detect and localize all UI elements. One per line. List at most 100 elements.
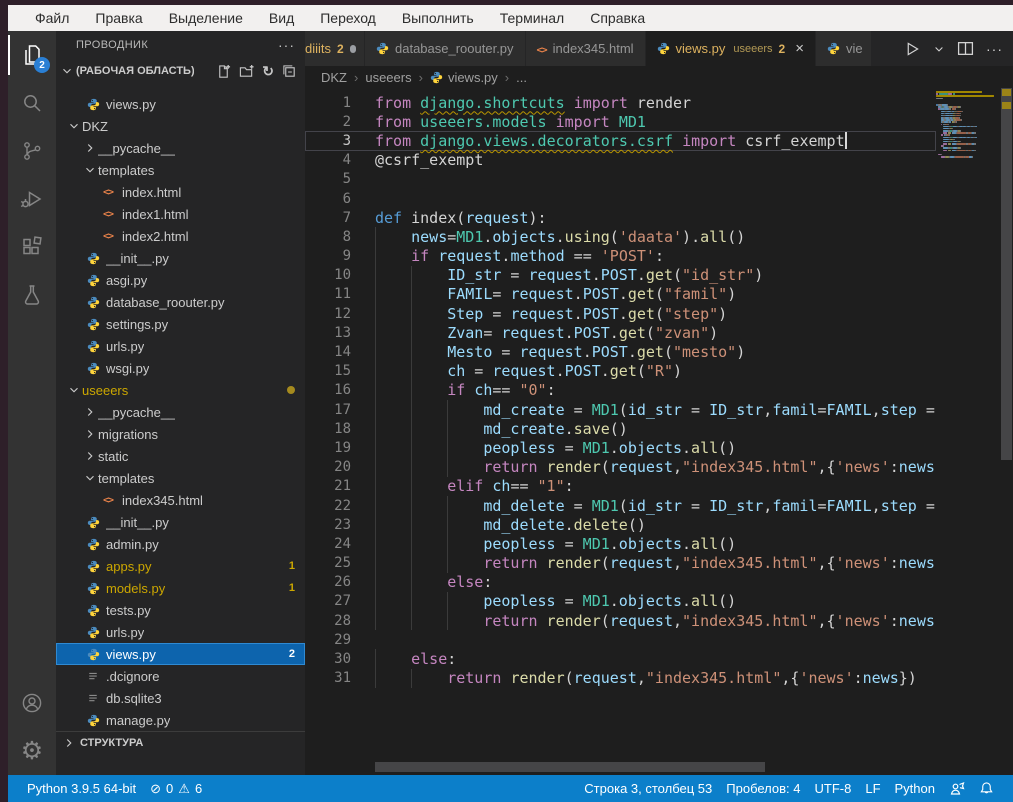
tab-label: vie xyxy=(846,41,863,56)
new-file-icon[interactable] xyxy=(216,64,231,79)
minimap-line xyxy=(941,134,943,136)
line-number: 7 xyxy=(305,210,351,226)
tree-item-admin.py[interactable]: admin.py xyxy=(56,533,305,555)
minimap-line xyxy=(975,126,977,128)
tree-item-migrations[interactable]: migrations xyxy=(56,423,305,445)
vertical-scrollbar-thumb[interactable] xyxy=(1001,88,1012,460)
collapse-all-icon[interactable] xyxy=(282,64,297,79)
more-actions-icon[interactable]: ··· xyxy=(278,37,295,53)
activity-settings[interactable]: ⚙ xyxy=(8,727,56,775)
tree-item-index2.html[interactable]: <>index2.html xyxy=(56,225,305,247)
tree-item-manage.py[interactable]: manage.py xyxy=(56,709,305,731)
refresh-icon[interactable]: ↻ xyxy=(262,64,274,78)
code-editor[interactable]: 1from django.shortcuts import render2fro… xyxy=(305,88,1013,775)
status-python-version[interactable]: Python 3.9.5 64-bit xyxy=(20,781,143,796)
breadcrumb-views.py[interactable]: views.py xyxy=(430,70,498,85)
tree-item-__pycache__[interactable]: __pycache__ xyxy=(56,137,305,159)
tree-item-templates[interactable]: templates xyxy=(56,467,305,489)
indent-guide xyxy=(411,285,447,304)
feedback-icon[interactable] xyxy=(942,781,972,797)
tree-item-index345.html[interactable]: <>index345.html xyxy=(56,489,305,511)
code-lines: 1from django.shortcuts import render2fro… xyxy=(305,93,936,688)
activity-source-control[interactable] xyxy=(8,127,56,175)
tree-item-index.html[interactable]: <>index.html xyxy=(56,181,305,203)
tab-index345.html[interactable]: <>index345.html xyxy=(526,31,646,66)
status-encoding[interactable]: UTF-8 xyxy=(808,781,859,796)
indent-guide xyxy=(375,573,411,592)
run-dropdown-icon[interactable] xyxy=(933,43,945,55)
horizontal-scrollbar-thumb[interactable] xyxy=(375,762,765,772)
tree-item-urls.py[interactable]: urls.py xyxy=(56,621,305,643)
minimap[interactable] xyxy=(936,88,997,775)
python-icon xyxy=(87,274,106,287)
tree-item-DKZ[interactable]: DKZ xyxy=(56,115,305,137)
activity-explorer[interactable]: 2 xyxy=(8,31,56,79)
run-button-icon[interactable] xyxy=(903,40,921,58)
tree-item-db.sqlite3[interactable]: db.sqlite3 xyxy=(56,687,305,709)
status-indentation[interactable]: Пробелов: 4 xyxy=(719,781,807,796)
file-label: __init__.py xyxy=(106,251,169,266)
close-icon[interactable]: × xyxy=(795,40,804,57)
outline-section-header[interactable]: СТРУКТУРА xyxy=(56,731,305,753)
breadcrumb-useeers[interactable]: useeers xyxy=(365,70,411,85)
tree-item-__init__.py[interactable]: __init__.py xyxy=(56,511,305,533)
tree-item-tests.py[interactable]: tests.py xyxy=(56,599,305,621)
tree-item-urls.py[interactable]: urls.py xyxy=(56,335,305,357)
tree-item-__pycache__[interactable]: __pycache__ xyxy=(56,401,305,423)
breadcrumb-DKZ[interactable]: DKZ xyxy=(321,70,347,85)
indent-guide xyxy=(375,534,411,553)
tree-item-__init__.py[interactable]: __init__.py xyxy=(56,247,305,269)
breadcrumb-...[interactable]: ... xyxy=(516,70,527,85)
menu-item[interactable]: Файл xyxy=(22,10,82,26)
activity-extensions[interactable] xyxy=(8,223,56,271)
activity-account[interactable] xyxy=(8,679,56,727)
status-eol[interactable]: LF xyxy=(858,781,887,796)
workspace-section-header[interactable]: (РАБОЧАЯ ОБЛАСТЬ) ... ↻ xyxy=(56,59,305,83)
menu-item[interactable]: Выделение xyxy=(156,10,256,26)
tree-item-index1.html[interactable]: <>index1.html xyxy=(56,203,305,225)
split-editor-icon[interactable] xyxy=(957,40,974,57)
python-icon xyxy=(87,538,106,551)
vertical-scrollbar[interactable] xyxy=(1000,88,1013,775)
tree-item-models.py[interactable]: models.py1 xyxy=(56,577,305,599)
activity-search[interactable] xyxy=(8,79,56,127)
menu-item[interactable]: Терминал xyxy=(487,10,577,26)
chevron-right-icon xyxy=(62,736,76,750)
menu-item[interactable]: Выполнить xyxy=(389,10,487,26)
menu-item[interactable]: Переход xyxy=(307,10,389,26)
activity-run-debug[interactable] xyxy=(8,175,56,223)
tree-item-wsgi.py[interactable]: wsgi.py xyxy=(56,357,305,379)
tree-item-views.py[interactable]: views.py2 xyxy=(56,643,305,665)
more-actions-icon[interactable]: ··· xyxy=(986,41,1003,57)
tree-item-database_roouter.py[interactable]: database_roouter.py xyxy=(56,291,305,313)
tree-item-settings.py[interactable]: settings.py xyxy=(56,313,305,335)
file-label: useeers xyxy=(82,383,128,398)
tab-vie[interactable]: vie xyxy=(816,31,872,66)
tab-diiits[interactable]: diiits2 xyxy=(305,31,365,66)
chevron-down-icon xyxy=(82,163,98,177)
tab-database_roouter.py[interactable]: database_roouter.py xyxy=(365,31,526,66)
tab-views.py[interactable]: views.pyuseeers2× xyxy=(646,31,816,66)
new-folder-icon[interactable] xyxy=(239,64,254,79)
menu-item[interactable]: Вид xyxy=(256,10,307,26)
tree-item-asgi.py[interactable]: asgi.py xyxy=(56,269,305,291)
line-number: 10 xyxy=(305,267,351,283)
tree-item-templates[interactable]: templates xyxy=(56,159,305,181)
status-line-col[interactable]: Строка 3, столбец 53 xyxy=(577,781,719,796)
tree-item-views.py[interactable]: views.py xyxy=(56,93,305,115)
status-language[interactable]: Python xyxy=(888,781,942,796)
code-line: 1from django.shortcuts import render xyxy=(305,93,936,112)
tree-item-static[interactable]: static xyxy=(56,445,305,467)
line-number: 15 xyxy=(305,363,351,379)
tree-item-useeers[interactable]: useeers xyxy=(56,379,305,401)
notifications-bell[interactable] xyxy=(972,781,1001,796)
code-line: 23md_delete.delete() xyxy=(305,515,936,534)
chevron-down-icon xyxy=(66,119,82,133)
activity-testing[interactable] xyxy=(8,271,56,319)
code-line: 22md_delete = MD1(id_str = ID_str,famil=… xyxy=(305,496,936,515)
tree-item-apps.py[interactable]: apps.py1 xyxy=(56,555,305,577)
menu-item[interactable]: Справка xyxy=(577,10,658,26)
status-problems[interactable]: ⊘0⚠6 xyxy=(143,781,209,797)
tree-item-.dcignore[interactable]: .dcignore xyxy=(56,665,305,687)
menu-item[interactable]: Правка xyxy=(82,10,155,26)
